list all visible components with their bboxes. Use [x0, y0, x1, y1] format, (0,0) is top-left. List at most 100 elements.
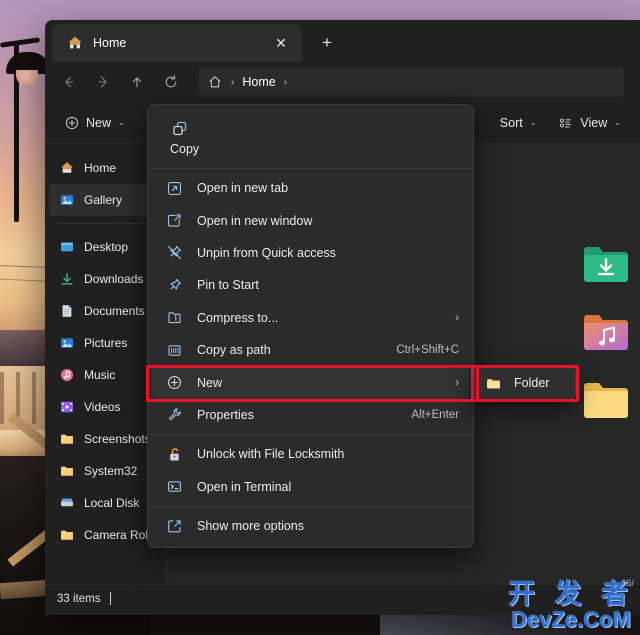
sidebar-item-label: Gallery [84, 193, 122, 207]
breadcrumb-separator-2[interactable]: › [282, 77, 289, 88]
open-new-tab-icon [166, 180, 183, 197]
sidebar-item-screenshots[interactable]: Screenshots [49, 423, 161, 455]
show-more-icon [166, 518, 183, 535]
plus-circle-icon [64, 115, 80, 131]
watermark-superscript: 16/ [621, 579, 634, 588]
copy-icon[interactable] [170, 119, 190, 139]
view-button-label: View [580, 116, 607, 130]
close-icon[interactable]: ✕ [268, 30, 294, 56]
home-outline-icon[interactable] [207, 74, 223, 90]
menu-item-label: Pin to Start [197, 278, 459, 292]
terminal-icon [166, 478, 183, 495]
menu-item-copy-as-path[interactable]: Copy as path Ctrl+Shift+C [152, 334, 469, 366]
menu-item-unpin-from-quick-access[interactable]: Unpin from Quick access [152, 237, 469, 269]
lock-icon [166, 446, 183, 463]
document-icon [59, 303, 75, 319]
folder-downloads-icon[interactable] [582, 244, 630, 284]
sidebar-item-label: Videos [84, 400, 120, 414]
folder-icon [59, 431, 75, 447]
lamp-arm-decor [0, 37, 40, 48]
drive-icon [59, 495, 75, 511]
folder-yellow-icon[interactable] [582, 380, 630, 420]
menu-item-compress-to[interactable]: Compress to... › [152, 302, 469, 334]
download-icon [59, 271, 75, 287]
watermark-latin: DevZe.CoM [508, 609, 634, 631]
menu-item-open-in-terminal[interactable]: Open in Terminal [152, 471, 469, 503]
sidebar-item-label: Pictures [84, 336, 127, 350]
music-icon [59, 367, 75, 383]
sidebar-item-gallery[interactable]: Gallery [49, 184, 161, 216]
sidebar-item-label: Screenshots [84, 432, 151, 446]
sidebar-item-label: Camera Roll [84, 528, 151, 542]
lamp-bulb-decor [16, 70, 38, 86]
menu-item-open-in-new-tab[interactable]: Open in new tab [152, 172, 469, 204]
unpin-icon [166, 244, 183, 261]
menu-item-label: Properties [197, 408, 397, 422]
sidebar-item-label: Downloads [84, 272, 143, 286]
folder-music-icon[interactable] [582, 312, 630, 352]
menu-item-pin-to-start[interactable]: Pin to Start [152, 269, 469, 301]
context-menu-divider-1 [148, 168, 473, 169]
menu-item-label: Open in Terminal [197, 480, 459, 494]
desktop-icon [59, 239, 75, 255]
new-button[interactable]: New ⌄ [55, 108, 134, 138]
sidebar-item-home[interactable]: Home [49, 152, 161, 184]
sidebar-item-camera-roll[interactable]: Camera Roll [49, 519, 161, 551]
sidebar-item-downloads[interactable]: Downloads [49, 263, 161, 295]
sidebar-item-music[interactable]: Music [49, 359, 161, 391]
watermark-chinese: 开 发 者 [508, 581, 634, 608]
video-icon [59, 399, 75, 415]
context-menu-header[interactable]: Copy [148, 109, 473, 165]
menu-item-open-in-new-window[interactable]: Open in new window [152, 204, 469, 236]
context-menu[interactable]: Copy Open in new tab Open in new window … [147, 104, 474, 548]
sidebar-divider [57, 223, 153, 224]
chevron-down-icon: ⌄ [118, 118, 125, 127]
sidebar-item-label: Desktop [84, 240, 128, 254]
menu-item-properties[interactable]: Properties Alt+Enter [152, 399, 469, 431]
sort-button[interactable]: Sort ⌄ [491, 108, 546, 138]
home-icon [59, 160, 75, 176]
status-caret [110, 592, 111, 605]
context-menu-divider-2 [148, 434, 473, 435]
new-tab-button[interactable]: + [313, 30, 341, 56]
folder-yellow-icon [485, 375, 502, 392]
sidebar-item-pictures[interactable]: Pictures [49, 327, 161, 359]
sidebar-item-documents[interactable]: Documents [49, 295, 161, 327]
menu-item-label: New [197, 376, 435, 390]
menu-item-label: Show more options [197, 519, 459, 533]
menu-item-label: Open in new window [197, 214, 459, 228]
tab-home[interactable]: Home ✕ [52, 24, 302, 62]
compress-icon [166, 309, 183, 326]
chevron-down-icon: ⌄ [530, 118, 537, 127]
pin-icon [166, 277, 183, 294]
sidebar-item-system32[interactable]: System32 [49, 455, 161, 487]
menu-item-unlock-with-file-locksmith[interactable]: Unlock with File Locksmith [152, 438, 469, 470]
menu-item-show-more-options[interactable]: Show more options [152, 510, 469, 542]
gallery-icon [59, 192, 75, 208]
file-tiles [582, 244, 630, 420]
menu-item-label: Open in new tab [197, 181, 459, 195]
forward-button[interactable] [87, 67, 119, 97]
sidebar-item-label: System32 [84, 464, 137, 478]
navigation-bar: › Home › [45, 62, 640, 102]
copy-label: Copy [170, 142, 199, 156]
sidebar-item-desktop[interactable]: Desktop [49, 231, 161, 263]
address-bar[interactable]: › Home › [199, 67, 624, 97]
sidebar-item-local-disk[interactable]: Local Disk [49, 487, 161, 519]
breadcrumb-home[interactable]: Home [242, 75, 275, 89]
sidebar-item-label: Home [84, 161, 116, 175]
back-button[interactable] [53, 67, 85, 97]
up-button[interactable] [121, 67, 153, 97]
view-list-icon [558, 115, 574, 131]
sidebar-item-label: Local Disk [84, 496, 139, 510]
menu-item-label: Compress to... [197, 311, 435, 325]
watermark: 开 发 者 16/ DevZe.CoM [508, 581, 634, 631]
sidebar-item-label: Documents [84, 304, 145, 318]
properties-icon [166, 406, 183, 423]
refresh-button[interactable] [155, 67, 187, 97]
menu-item-new[interactable]: New › [152, 366, 469, 398]
view-button[interactable]: View ⌄ [549, 108, 630, 138]
sidebar-item-videos[interactable]: Videos [49, 391, 161, 423]
menu-item-accelerator: Alt+Enter [411, 409, 459, 421]
new-submenu[interactable]: Folder [472, 366, 576, 400]
